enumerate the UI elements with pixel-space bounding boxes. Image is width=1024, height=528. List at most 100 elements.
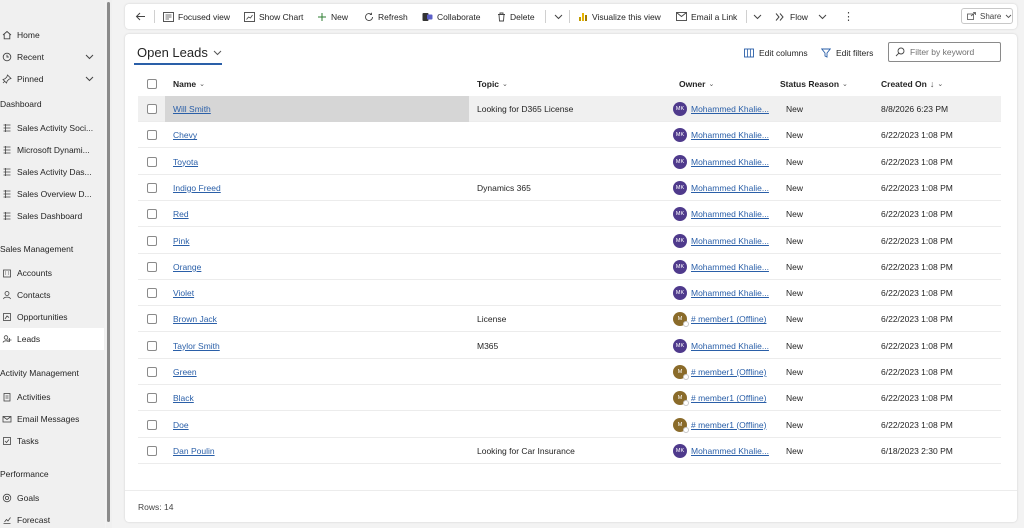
- row-checkbox-cell[interactable]: [147, 306, 157, 332]
- cell-owner[interactable]: MK Mohammed Khalie...: [673, 201, 773, 227]
- table-row[interactable]: Pink MK Mohammed Khalie... New 6/22/2023 1:0…: [138, 228, 1001, 254]
- table-row[interactable]: Chevy MK Mohammed Khalie... New 6/22/2023 1:…: [138, 122, 1001, 149]
- column-header-created[interactable]: Created On ↓ ⌄: [881, 74, 943, 94]
- delete-button[interactable]: Delete: [497, 4, 535, 29]
- cell-name[interactable]: Taylor Smith: [165, 333, 469, 359]
- record-link[interactable]: Violet: [173, 288, 194, 298]
- table-row[interactable]: Doe M # member1 (Offline) New 6/22/2023 1:08…: [138, 412, 1001, 438]
- row-checkbox-cell[interactable]: [147, 201, 157, 227]
- owner-link[interactable]: Mohammed Khalie...: [691, 104, 773, 114]
- sidebar-item-accounts[interactable]: Accounts: [0, 262, 104, 284]
- cell-owner[interactable]: MK Mohammed Khalie...: [673, 228, 773, 254]
- cell-owner[interactable]: M # member1 (Offline): [673, 306, 773, 332]
- cell-owner[interactable]: M # member1 (Offline): [673, 359, 773, 385]
- select-all-checkbox[interactable]: [147, 74, 157, 94]
- more-dropdown-button[interactable]: [554, 4, 567, 29]
- row-checkbox[interactable]: [147, 340, 157, 351]
- sidebar-item-leads[interactable]: Leads: [0, 328, 104, 350]
- owner-link[interactable]: Mohammed Khalie...: [691, 262, 773, 272]
- record-link[interactable]: Pink: [173, 236, 190, 246]
- sidebar-item-contacts[interactable]: Contacts: [0, 284, 104, 306]
- cell-name[interactable]: Chevy: [165, 122, 469, 148]
- owner-link[interactable]: Mohammed Khalie...: [691, 209, 773, 219]
- cell-name[interactable]: Red: [165, 201, 469, 227]
- record-link[interactable]: Brown Jack: [173, 314, 217, 324]
- row-checkbox-cell[interactable]: [147, 254, 157, 280]
- row-checkbox[interactable]: [147, 182, 157, 193]
- chevron-down-icon[interactable]: [85, 52, 94, 62]
- owner-link[interactable]: Mohammed Khalie...: [691, 288, 773, 298]
- sidebar-item-dashboard-1[interactable]: Sales Activity Soci...: [0, 117, 104, 139]
- sidebar-item-opportunities[interactable]: Opportunities: [0, 306, 104, 328]
- visualize-view-button[interactable]: Visualize this view: [578, 4, 661, 29]
- column-header-status[interactable]: Status Reason ⌄: [780, 74, 848, 94]
- owner-link[interactable]: Mohammed Khalie...: [691, 130, 773, 140]
- row-checkbox[interactable]: [147, 261, 157, 272]
- row-checkbox-cell[interactable]: [147, 175, 157, 201]
- cell-owner[interactable]: MK Mohammed Khalie...: [673, 175, 773, 201]
- row-checkbox[interactable]: [147, 156, 157, 167]
- sidebar-item-recent[interactable]: Recent: [0, 46, 104, 68]
- table-row[interactable]: Brown Jack License M # member1 (Offline) New…: [138, 306, 1001, 333]
- search-input[interactable]: Filter by keyword: [888, 42, 1001, 62]
- row-checkbox-cell[interactable]: [147, 122, 157, 148]
- flow-button[interactable]: Flow: [775, 4, 827, 29]
- owner-link[interactable]: Mohammed Khalie...: [691, 236, 773, 246]
- cell-name[interactable]: Pink: [165, 228, 469, 254]
- cell-name[interactable]: Green: [165, 359, 469, 385]
- owner-link[interactable]: # member1 (Offline): [691, 420, 773, 430]
- owner-link[interactable]: Mohammed Khalie...: [691, 157, 773, 167]
- cell-name[interactable]: Indigo Freed: [165, 175, 469, 201]
- cell-name[interactable]: Brown Jack: [165, 306, 469, 332]
- table-row[interactable]: Dan Poulin Looking for Car Insurance MK Moh…: [138, 438, 1001, 464]
- row-checkbox-cell[interactable]: [147, 359, 157, 385]
- record-link[interactable]: Will Smith: [173, 104, 211, 114]
- focused-view-button[interactable]: Focused view: [163, 4, 230, 29]
- sidebar-item-goals[interactable]: Goals: [0, 487, 104, 509]
- row-checkbox[interactable]: [147, 314, 157, 325]
- table-row[interactable]: Green M # member1 (Offline) New 6/22/2023 1:…: [138, 359, 1001, 385]
- row-checkbox-cell[interactable]: [147, 280, 157, 306]
- sidebar-item-dashboard-4[interactable]: Sales Overview D...: [0, 183, 104, 205]
- sidebar-item-dashboard-2[interactable]: Microsoft Dynami...: [0, 139, 104, 161]
- column-header-name[interactable]: Name ⌄: [173, 74, 205, 94]
- sidebar-item-dashboard-5[interactable]: Sales Dashboard: [0, 205, 104, 227]
- row-checkbox[interactable]: [147, 288, 157, 299]
- row-checkbox[interactable]: [147, 393, 157, 404]
- record-link[interactable]: Doe: [173, 420, 189, 430]
- sidebar-item-home[interactable]: Home: [0, 24, 104, 46]
- owner-link[interactable]: Mohammed Khalie...: [691, 183, 773, 193]
- table-row[interactable]: Will Smith Looking for D365 License MK Moha…: [138, 96, 1001, 122]
- row-checkbox-cell[interactable]: [147, 228, 157, 254]
- record-link[interactable]: Chevy: [173, 130, 197, 140]
- table-row[interactable]: Indigo Freed Dynamics 365 MK Mohammed Khali…: [138, 175, 1001, 201]
- record-link[interactable]: Orange: [173, 262, 201, 272]
- cell-owner[interactable]: MK Mohammed Khalie...: [673, 254, 773, 280]
- row-checkbox-cell[interactable]: [147, 333, 157, 359]
- edit-filters-button[interactable]: Edit filters: [821, 48, 873, 58]
- cell-name[interactable]: Toyota: [165, 149, 469, 175]
- row-checkbox[interactable]: [147, 104, 157, 114]
- cell-name[interactable]: Orange: [165, 254, 469, 280]
- refresh-button[interactable]: Refresh: [364, 4, 408, 29]
- table-row[interactable]: Orange MK Mohammed Khalie... New 6/22/2023 1…: [138, 254, 1001, 280]
- record-link[interactable]: Indigo Freed: [173, 183, 221, 193]
- cell-name[interactable]: Dan Poulin: [165, 438, 469, 464]
- record-link[interactable]: Dan Poulin: [173, 446, 215, 456]
- cell-owner[interactable]: MK Mohammed Khalie...: [673, 122, 773, 148]
- cell-name[interactable]: Will Smith: [165, 96, 469, 122]
- email-link-button[interactable]: Email a Link: [676, 4, 737, 29]
- scrollbar-thumb[interactable]: [107, 2, 110, 522]
- sidebar-item-activities[interactable]: Activities: [0, 386, 104, 408]
- table-row[interactable]: Violet MK Mohammed Khalie... New 6/22/2023 1…: [138, 280, 1001, 307]
- row-checkbox[interactable]: [147, 130, 157, 141]
- cell-owner[interactable]: MK Mohammed Khalie...: [673, 438, 773, 464]
- more-commands-button[interactable]: ⋮: [843, 4, 854, 29]
- record-link[interactable]: Black: [173, 393, 194, 403]
- cell-owner[interactable]: MK Mohammed Khalie...: [673, 280, 773, 306]
- cell-name[interactable]: Violet: [165, 280, 469, 306]
- sidebar-item-dashboard-3[interactable]: Sales Activity Das...: [0, 161, 104, 183]
- cell-owner[interactable]: M # member1 (Offline): [673, 412, 773, 438]
- cell-owner[interactable]: MK Mohammed Khalie...: [673, 96, 773, 122]
- email-dropdown-button[interactable]: [753, 4, 766, 29]
